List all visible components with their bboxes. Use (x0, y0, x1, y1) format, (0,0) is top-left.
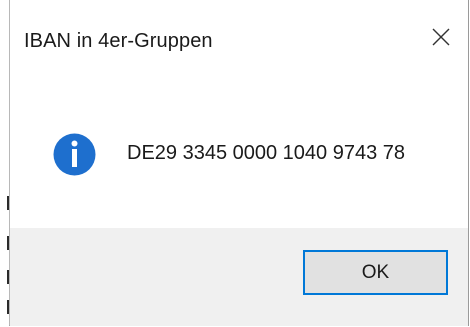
ok-button[interactable]: OK (303, 250, 448, 295)
background-window-edge (0, 0, 9, 327)
message-box-dialog: IBAN in 4er-Gruppen DE29 3345 0000 1040 … (9, 0, 469, 326)
dialog-footer: OK (10, 228, 468, 326)
title-bar: IBAN in 4er-Gruppen (10, 0, 468, 82)
info-icon (53, 133, 96, 176)
dialog-title: IBAN in 4er-Gruppen (24, 30, 213, 52)
message-text: DE29 3345 0000 1040 9743 78 (127, 142, 406, 164)
close-icon (432, 28, 450, 46)
screen: IBAN in 4er-Gruppen DE29 3345 0000 1040 … (0, 0, 470, 327)
close-button[interactable] (424, 20, 458, 54)
dialog-content: DE29 3345 0000 1040 9743 78 (10, 82, 468, 228)
